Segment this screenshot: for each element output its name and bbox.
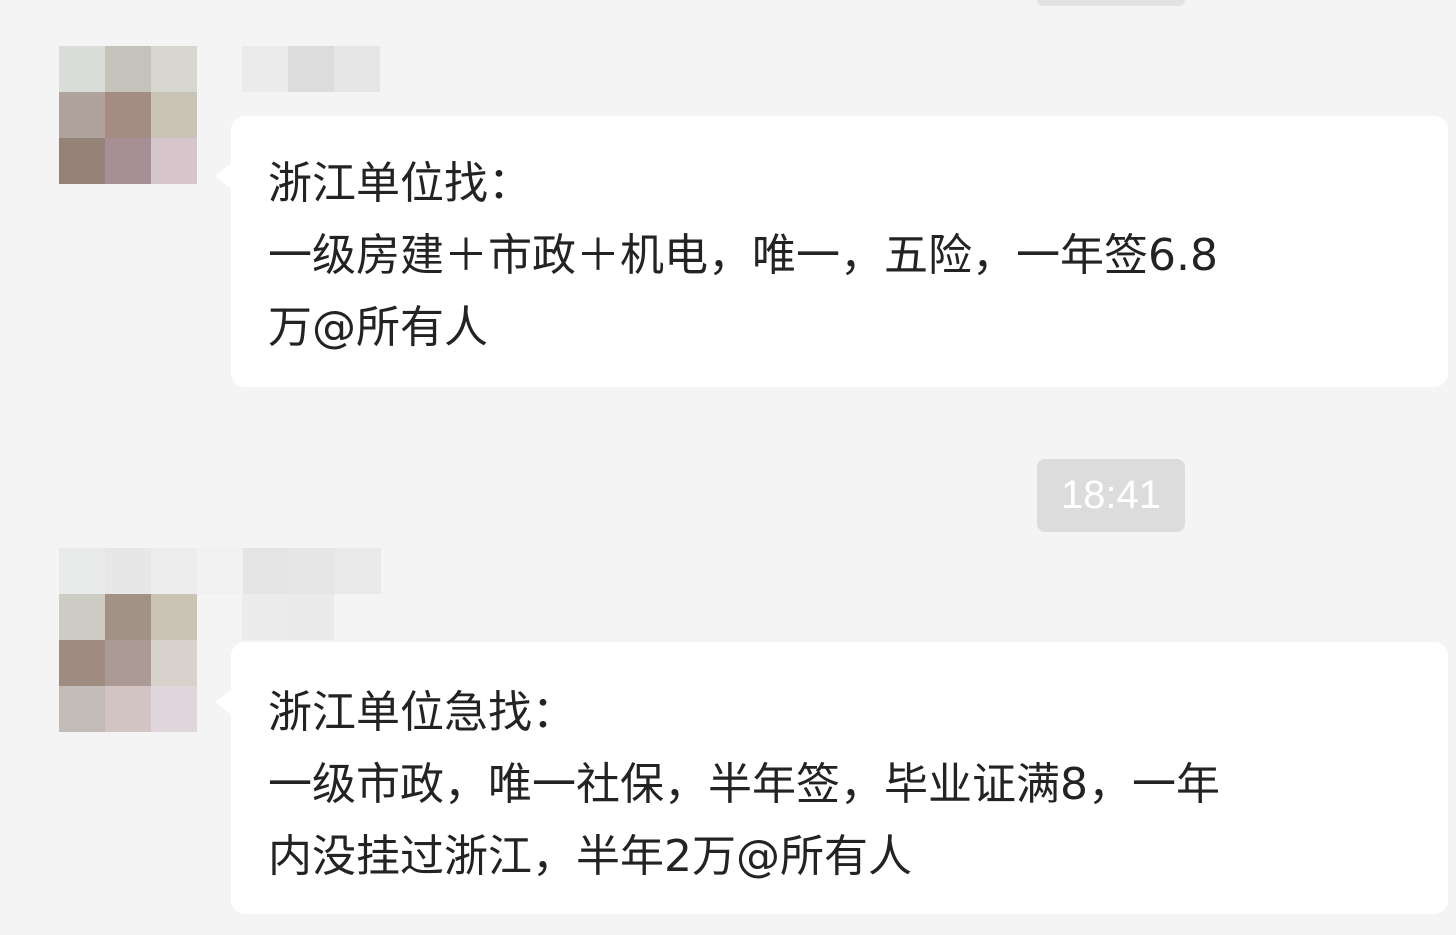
message-bubble[interactable]: 浙江单位急找： 一级市政，唯一社保，半年签，毕业证满8，一年 内没挂过浙江，半年… bbox=[215, 642, 1448, 914]
timestamp-badge: 18:41 bbox=[1037, 459, 1185, 532]
sender-avatar-icon[interactable] bbox=[59, 46, 197, 184]
message-line: 一级房建＋市政＋机电，唯一，五险，一年签6.8 bbox=[268, 230, 1218, 281]
message-line: 内没挂过浙江，半年2万@所有人 bbox=[268, 831, 912, 882]
sender-name-pixelated bbox=[242, 46, 380, 92]
message-line: 一级市政，唯一社保，半年签，毕业证满8，一年 bbox=[268, 759, 1220, 810]
message-line: 浙江单位急找： bbox=[268, 687, 576, 738]
message-line: 浙江单位找： bbox=[268, 158, 532, 209]
chat-window: 浙江单位找： 一级房建＋市政＋机电，唯一，五险，一年签6.8 万@所有人 18:… bbox=[0, 0, 1456, 935]
sender-name-pixelated bbox=[242, 594, 334, 640]
message-line: 万@所有人 bbox=[268, 302, 488, 353]
sender-avatar-icon[interactable] bbox=[59, 594, 197, 732]
message-bubble[interactable]: 浙江单位找： 一级房建＋市政＋机电，唯一，五险，一年签6.8 万@所有人 bbox=[215, 116, 1448, 387]
timestamp-badge-clipped bbox=[1037, 0, 1185, 6]
sender-name-pixelated bbox=[59, 548, 381, 594]
